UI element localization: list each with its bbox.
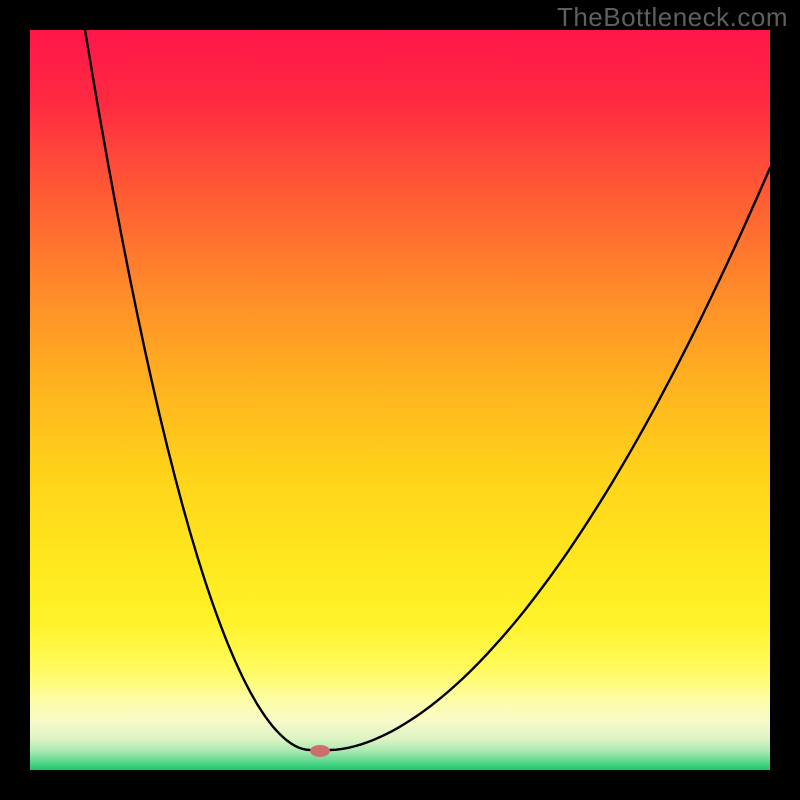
watermark-text: TheBottleneck.com [557, 2, 788, 33]
vertex-marker [310, 745, 330, 757]
chart-frame: TheBottleneck.com [0, 0, 800, 800]
marker-layer [30, 30, 770, 770]
plot-area [30, 30, 770, 770]
